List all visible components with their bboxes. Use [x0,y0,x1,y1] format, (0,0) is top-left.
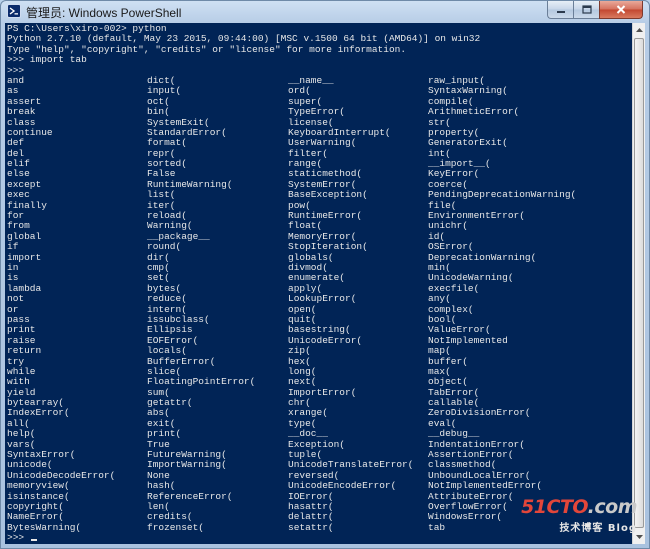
completion-item: locals( [147,345,187,357]
completion-row: exec list(BaseException(PendingDeprecatio… [7,189,576,200]
prompt: >>> [7,532,25,544]
completion-row: global __package__ MemoryError(id( [7,231,480,242]
completion-item: not [7,293,25,305]
scroll-up-button[interactable] [633,23,645,37]
text-cursor [30,539,37,542]
watermark-brand: 51CTO.com [521,496,637,518]
completion-row: all(exit(type(eval( [7,418,480,429]
close-icon [616,5,626,14]
minimize-icon [556,10,565,13]
completion-item: map( [428,345,451,357]
completion-row: as input(ord(SyntaxWarning( [7,85,508,96]
completion-item: TypeError( [288,106,346,118]
completion-row: for reload(RuntimeError(EnvironmentError( [7,210,525,221]
completion-row: pass issubclass(quit(bool( [7,314,480,325]
completion-row: lambda bytes(apply(execfile( [7,283,480,294]
completion-row: def format(UserWarning(GeneratorExit( [7,137,508,148]
completion-row: and dict(__name__ raw_input( [7,75,485,86]
completion-item: ArithmeticError( [428,106,520,118]
completion-row: del repr(filter(int( [7,148,480,159]
console-line: >>> [7,64,25,76]
completion-row: continue StandardError(KeyboardInterrupt(… [7,127,480,138]
completion-row: BytesWarning( frozenset( setattr( tab [7,521,480,533]
completion-item: setattr( [288,521,334,533]
completion-row: IndexError(abs(xrange(ZeroDivisionError( [7,408,531,419]
completion-row: vars(True Exception(IndentationError( [7,439,525,450]
completion-item: zip( [288,345,311,357]
completion-item: LookupError( [288,293,357,305]
completion-item: return [7,345,42,357]
watermark-subtitle: 技术博客 Blog [559,523,637,534]
completion-row: print Ellipsis basestring(ValueError( [7,324,491,335]
completion-row: import dir(globals(DeprecationWarning( [7,252,536,263]
scrollbar-thumb[interactable] [634,38,644,528]
completion-row: UnicodeDecodeError(None reversed(UnboundL… [7,470,531,481]
vertical-scrollbar[interactable] [632,23,645,544]
completion-row: finally iter(pow(file( [7,200,480,211]
completion-row: copyright(len(hasattr(OverflowError( [7,501,508,512]
completion-row: or intern(open(complex( [7,304,480,315]
completion-item: reduce( [147,293,187,305]
window-title: 管理员: Windows PowerShell [26,6,182,20]
completion-row: bytearray(getattr(chr(callable( [7,397,480,408]
completion-row: try BufferError(hex(buffer( [7,356,480,367]
prompt-line[interactable]: >>> [7,532,480,544]
close-button[interactable] [599,1,643,19]
completion-row: elif sorted(range(__import__( [7,158,491,169]
completion-item: tab [428,521,446,533]
completion-row: return locals( zip( map( [7,345,480,357]
arrow-up-icon [635,28,643,32]
completion-item: frozenset( [147,521,205,533]
completion-item: any( [428,293,451,305]
completion-row: else False staticmethod(KeyError( [7,169,480,180]
completion-row: if round(StopIteration(OSError( [7,241,480,252]
completion-row: from Warning(float(unichr( [7,221,480,232]
completion-row: assert oct(super(compile( [7,96,480,107]
console-area[interactable]: PS C:\Users\xiro-002> python Python 2.7.… [5,23,634,544]
completion-row: raise EOFError(UnicodeError(NotImplemente… [7,335,508,346]
completion-item: BytesWarning( [7,521,82,533]
watermark-logo: 51CTO.com 技术博客 Blog [521,496,637,536]
powershell-window: 管理员: Windows PowerShell PS C:\Users\xiro… [0,0,650,549]
completion-row: isinstance(ReferenceError(IOError(Attrib… [7,491,514,502]
caption-buttons [547,1,643,19]
completion-row: help(print(__doc__ __debug__ [7,428,480,439]
completion-item: break [7,106,36,118]
title-bar[interactable]: 管理员: Windows PowerShell [1,1,649,22]
powershell-icon[interactable] [7,4,21,18]
console-line: >>> import tab [7,54,87,66]
completion-row: is set(enumerate(UnicodeWarning( [7,272,514,283]
maximize-button[interactable] [573,1,599,19]
completion-row: break bin( TypeError( ArithmeticError( [7,106,519,118]
completion-list: and dict(__name__ raw_input(as input(ord(Sy… [7,75,576,533]
completion-row: in cmp(divmod(min( [7,262,480,273]
completion-row: yield sum(ImportError(TabError( [7,387,480,398]
maximize-icon [581,5,592,14]
completion-row: memoryview(hash(UnicodeEncodeError(NotIm… [7,480,542,491]
console-output: PS C:\Users\xiro-002> python Python 2.7.… [7,23,576,544]
completion-row: except RuntimeWarning(SystemError(coerce( [7,179,480,190]
completion-row: not reduce( LookupError( any( [7,293,480,305]
completion-row: class SystemExit(license(str( [7,117,480,128]
completion-row: with FloatingPointError(next(object( [7,376,480,387]
minimize-button[interactable] [547,1,573,19]
completion-item: bin( [147,106,170,118]
